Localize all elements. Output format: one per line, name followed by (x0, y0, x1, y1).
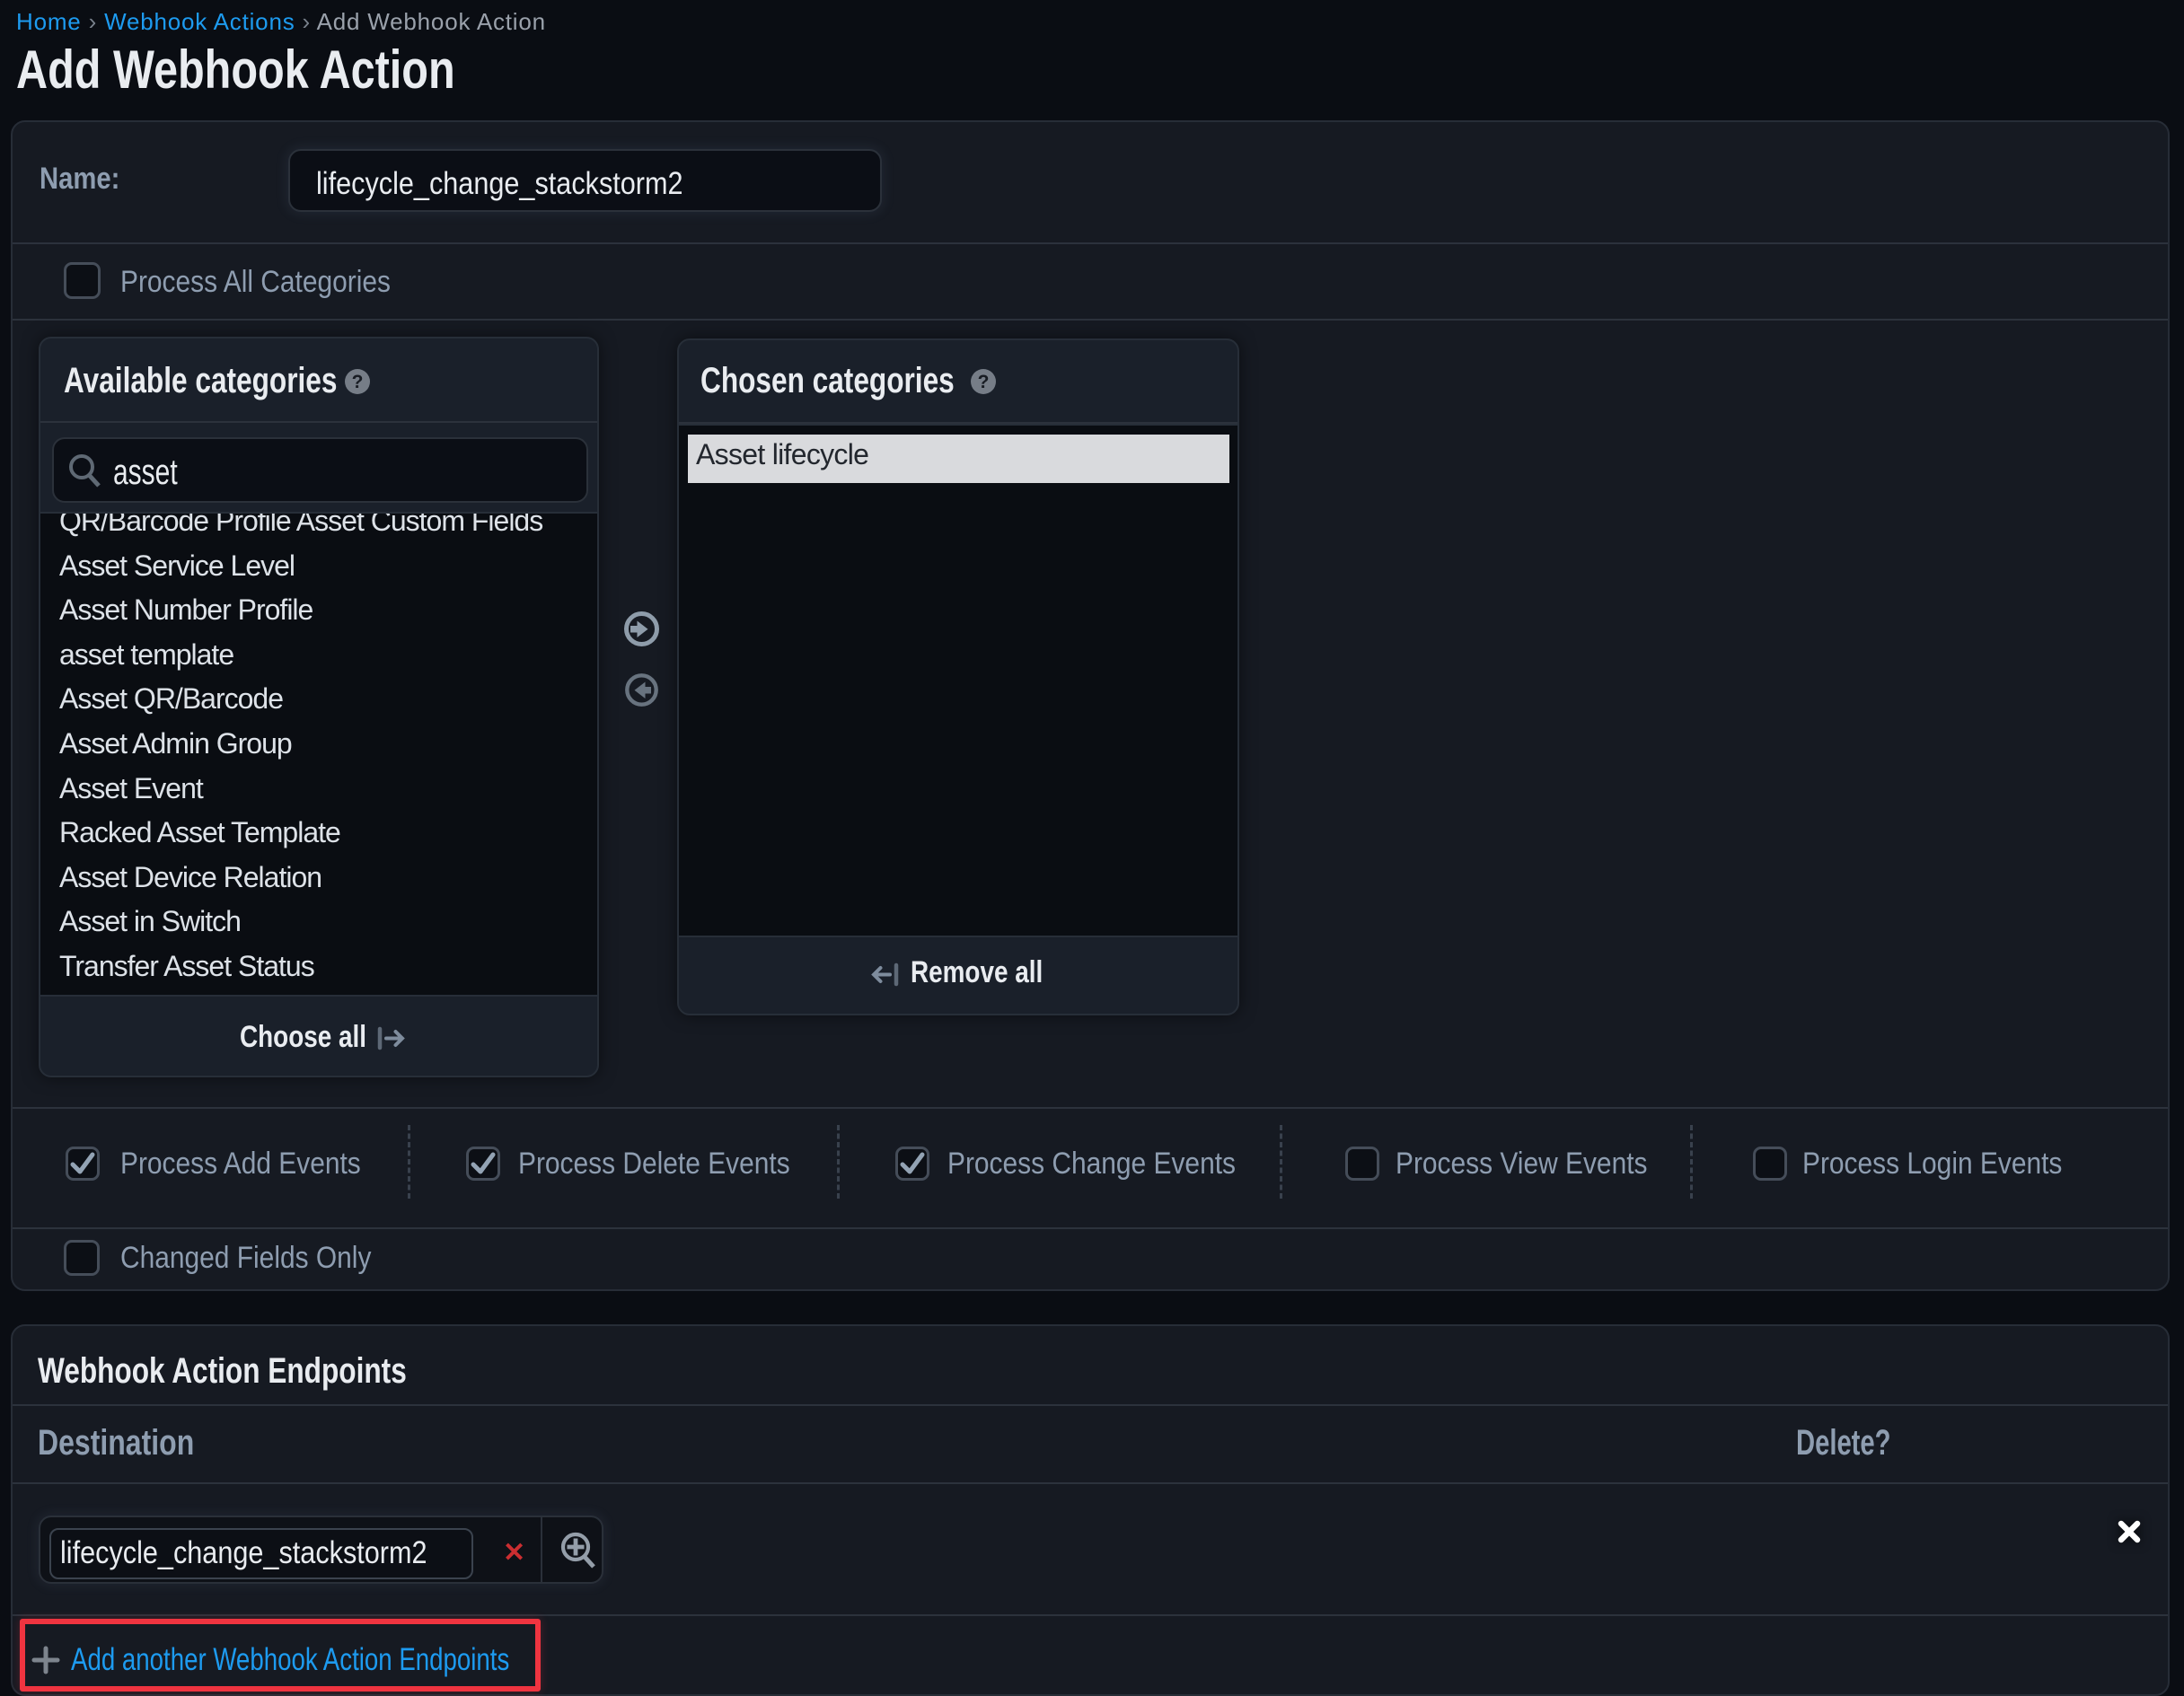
svg-text:?: ? (352, 372, 364, 392)
svg-text:?: ? (978, 372, 990, 392)
